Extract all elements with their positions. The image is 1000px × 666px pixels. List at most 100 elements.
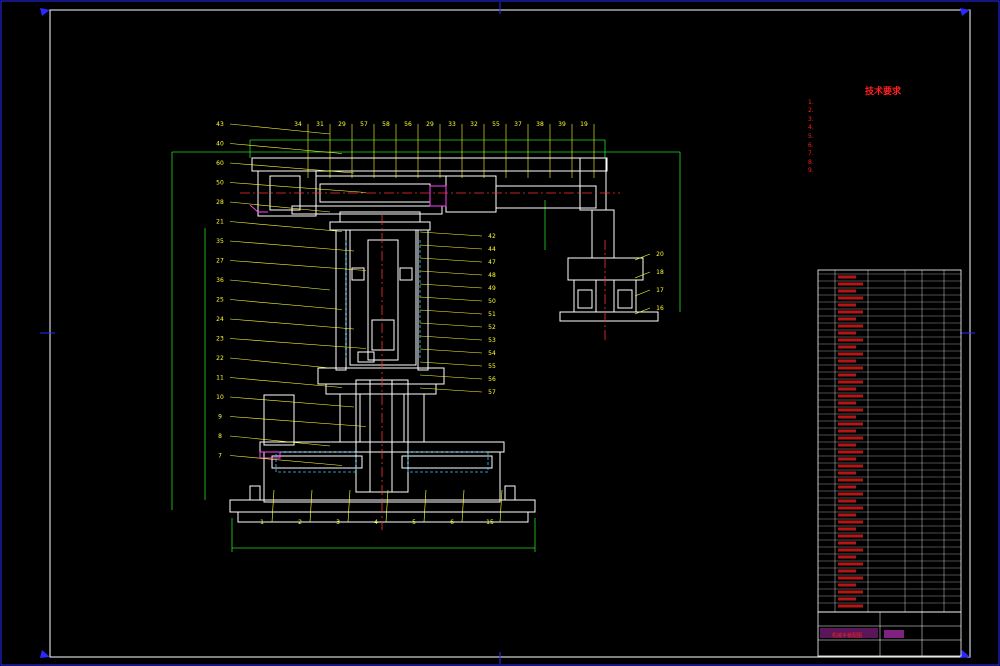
part-balloon: 4 (374, 519, 378, 526)
leader-line (419, 244, 483, 250)
part-balloon: 42 (488, 233, 496, 240)
part-balloon: 38 (536, 121, 544, 128)
leader-line (419, 322, 483, 328)
centerlines (240, 192, 620, 530)
part-balloon: 32 (470, 121, 478, 128)
tech-requirements-lines: 1. 2. 3. 4. 5. 6. 7. 8. 9. (808, 99, 958, 176)
leader-line (419, 309, 483, 315)
leader-line (229, 279, 331, 291)
part-balloon: 3 (336, 519, 340, 526)
part-balloon: 52 (488, 324, 496, 331)
part-balloon: 24 (216, 316, 224, 323)
part-balloon: 49 (488, 285, 496, 292)
part-balloon: 6 (450, 519, 454, 526)
leader-line (423, 489, 427, 523)
leader-line (419, 283, 483, 289)
base-assembly (229, 379, 536, 523)
tech-requirement-line: 8. (808, 158, 814, 166)
balloon-group-bottom: 1 2 3 4 5 6 15 (260, 489, 503, 526)
part-balloon: 43 (216, 121, 224, 128)
balloon-group-fixture: 20 18 17 16 (634, 251, 664, 315)
tech-requirement-line: 2. (808, 107, 814, 115)
part-balloon: 35 (216, 238, 224, 245)
tech-requirements-title: 技术要求 (864, 87, 901, 97)
part-balloon: 34 (294, 121, 302, 128)
part-balloon: 29 (338, 121, 346, 128)
leader-line (419, 361, 483, 367)
part-balloon: 57 (360, 121, 368, 128)
leader-line (461, 489, 465, 523)
part-balloon: 16 (656, 305, 664, 312)
part-balloon: 51 (488, 311, 496, 318)
part-balloon: 21 (216, 219, 224, 226)
part-balloon: 47 (488, 259, 496, 266)
column-assembly (317, 221, 445, 395)
leader-line (419, 335, 483, 341)
part-balloon: 2 (298, 519, 302, 526)
part-balloon: 17 (656, 287, 664, 294)
leader-line (229, 455, 343, 466)
bom-rows (818, 273, 961, 608)
balloon-group-top: 34 31 29 57 58 56 29 33 32 55 37 38 39 19 (294, 121, 595, 178)
part-balloon: 60 (216, 160, 224, 167)
part-balloon: 9 (218, 414, 222, 421)
leader-line (229, 299, 343, 310)
leader-line (419, 387, 483, 393)
drawing-title: 机械手装配图 (832, 633, 863, 639)
tech-requirement-line: 6. (808, 141, 814, 149)
leader-line (229, 318, 355, 330)
part-balloon: 28 (216, 199, 224, 206)
part-balloon: 25 (216, 297, 224, 304)
part-balloon: 48 (488, 272, 496, 279)
leader-line (229, 377, 343, 388)
part-balloon: 18 (656, 269, 664, 276)
part-balloon: 58 (382, 121, 390, 128)
leader-line (229, 416, 367, 427)
part-balloon: 11 (216, 375, 224, 382)
part-balloon: 20 (656, 251, 664, 258)
part-balloon: 7 (218, 453, 222, 460)
cad-drawing-viewport: 43 40 60 50 28 21 35 27 36 25 24 23 22 11 10 9 8 7 34 31 29… (0, 0, 1000, 666)
part-balloon: 37 (514, 121, 522, 128)
tech-requirement-line: 1. (808, 98, 814, 106)
tech-requirement-line: 3. (808, 115, 814, 123)
part-balloon: 56 (404, 121, 412, 128)
part-balloon: 44 (488, 246, 496, 253)
gripper-assembly (559, 209, 659, 322)
part-balloon: 39 (558, 121, 566, 128)
leader-line (229, 240, 355, 252)
part-balloon: 50 (488, 298, 496, 305)
part-balloon: 40 (216, 141, 224, 148)
tech-requirement-line: 4. (808, 124, 814, 132)
leader-line (419, 257, 483, 263)
leader-line (419, 296, 483, 302)
part-balloon: 56 (488, 376, 496, 383)
magenta-details (249, 185, 447, 459)
part-balloon: 22 (216, 355, 224, 362)
leader-line (347, 489, 351, 523)
part-balloon: 55 (488, 363, 496, 370)
part-balloon: 23 (216, 336, 224, 343)
leader-line (385, 489, 389, 523)
part-balloon: 5 (412, 519, 416, 526)
balloon-group-left: 43 40 60 50 28 21 35 27 36 25 24 23 22 11 10 9 8 7 (216, 121, 367, 466)
tech-requirement-line: 7. (808, 150, 814, 158)
part-balloon: 29 (426, 121, 434, 128)
leader-line (229, 357, 331, 369)
part-balloon: 10 (216, 394, 224, 401)
part-balloon: 1 (260, 519, 264, 526)
part-balloon: 53 (488, 337, 496, 344)
leader-line (419, 348, 483, 354)
leader-line (309, 489, 313, 523)
leader-line (419, 231, 483, 237)
part-balloon: 15 (486, 519, 494, 526)
technical-requirements: 技术要求 1. 2. 3. 4. 5. 6. 7. 8. 9. (808, 88, 958, 176)
part-balloon: 19 (580, 121, 588, 128)
tech-requirement-line: 5. (808, 132, 814, 140)
leader-line (634, 289, 651, 297)
leader-line (229, 123, 331, 135)
part-balloon: 57 (488, 389, 496, 396)
part-balloon: 36 (216, 277, 224, 284)
parts-list-table (817, 269, 962, 613)
part-balloon: 31 (316, 121, 324, 128)
